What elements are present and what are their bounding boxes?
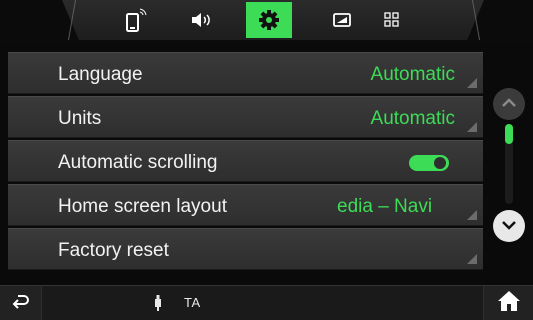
setting-value: Automatic — [370, 108, 455, 129]
setting-label: Language — [58, 64, 143, 85]
home-icon — [497, 290, 521, 317]
setting-label: Units — [58, 108, 102, 129]
setting-units[interactable]: Units Automatic — [8, 96, 483, 138]
setting-label: Automatic scrolling — [58, 152, 218, 173]
more-indicator-icon — [467, 210, 477, 220]
setting-factory-reset[interactable]: Factory reset — [8, 228, 483, 270]
screen-icon — [333, 13, 351, 27]
home-button[interactable] — [483, 286, 533, 320]
chevron-up-icon — [501, 95, 517, 113]
speaker-icon — [190, 11, 214, 29]
tab-tray-edge-left — [62, 0, 82, 40]
usb-icon — [154, 295, 162, 316]
gear-icon — [258, 9, 280, 31]
more-indicator-icon — [467, 254, 477, 264]
phone-icon — [125, 7, 147, 33]
scroll-up-button[interactable] — [493, 88, 525, 120]
scroll-down-button[interactable] — [493, 210, 525, 242]
setting-home-screen-layout[interactable]: Home screen layout edia – Navi — [8, 184, 483, 226]
traffic-announcement-indicator: TA — [184, 295, 201, 310]
setting-label: Home screen layout — [58, 196, 227, 217]
tab-display[interactable] — [319, 2, 365, 38]
setting-automatic-scrolling[interactable]: Automatic scrolling — [8, 140, 483, 182]
automatic-scrolling-toggle[interactable] — [409, 155, 449, 171]
tab-settings[interactable] — [246, 2, 292, 38]
grid-icon — [384, 12, 400, 28]
setting-language[interactable]: Language Automatic — [8, 52, 483, 94]
scrollbar-thumb[interactable] — [505, 124, 513, 144]
setting-value: Automatic — [370, 64, 455, 85]
settings-list: Language Automatic Units Automatic Autom… — [0, 42, 483, 280]
more-indicator-icon — [467, 122, 477, 132]
top-tab-bar — [0, 0, 533, 42]
bottom-bar: TA — [0, 285, 533, 320]
tab-phone[interactable] — [113, 2, 159, 38]
tab-sound[interactable] — [179, 2, 225, 38]
setting-value: edia – Navi — [337, 196, 433, 217]
more-indicator-icon — [467, 78, 477, 88]
tab-apps[interactable] — [369, 2, 415, 38]
toggle-knob — [434, 157, 446, 169]
tab-tray-edge-right — [466, 0, 486, 40]
back-icon — [12, 293, 30, 314]
setting-label: Factory reset — [58, 240, 169, 261]
back-button[interactable] — [0, 286, 42, 320]
chevron-down-icon — [501, 217, 517, 235]
